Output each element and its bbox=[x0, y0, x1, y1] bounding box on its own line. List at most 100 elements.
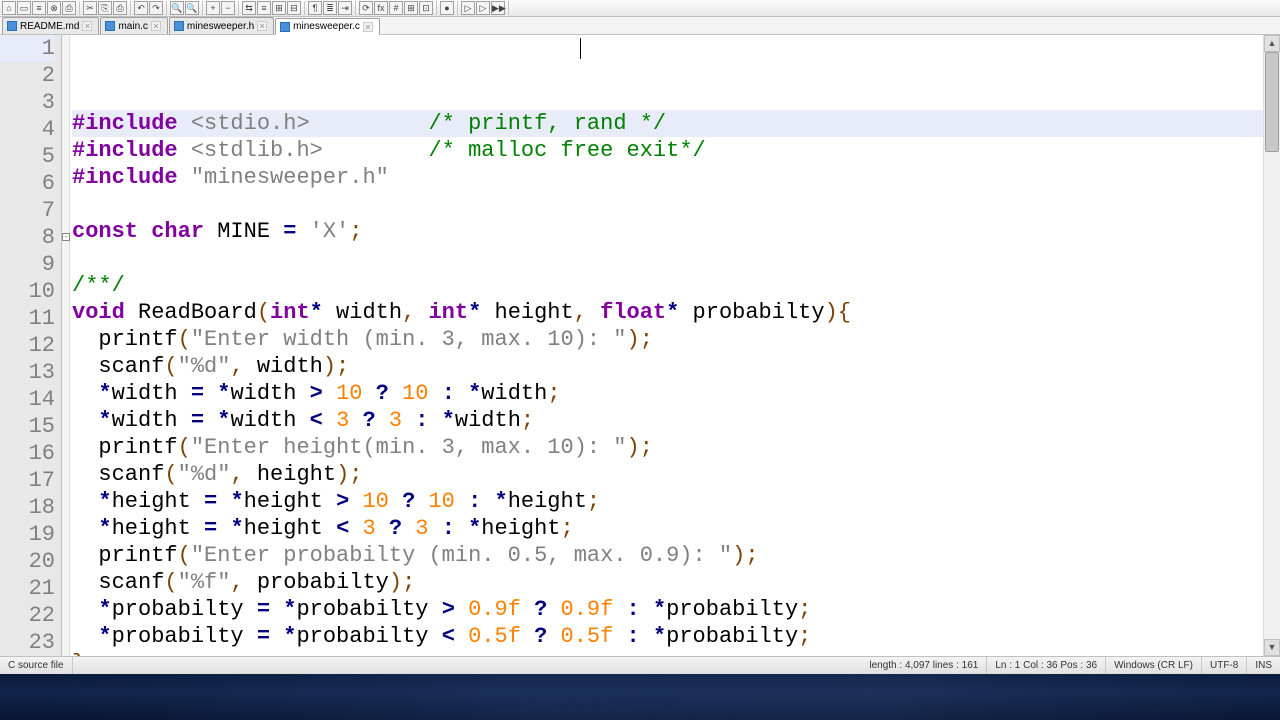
toolbar-button-4[interactable]: ⎙ bbox=[62, 1, 76, 15]
scroll-up-button[interactable]: ▲ bbox=[1264, 35, 1280, 52]
line-number[interactable]: 23 bbox=[0, 629, 55, 656]
tab-minesweeper-h[interactable]: minesweeper.h× bbox=[169, 17, 274, 34]
tab-close-icon[interactable]: × bbox=[363, 22, 373, 32]
toolbar-separator bbox=[202, 1, 203, 15]
toolbar-button-16[interactable]: + bbox=[206, 1, 220, 15]
code-line[interactable]: printf("Enter height(min. 3, max. 10): "… bbox=[72, 434, 1263, 461]
line-number[interactable]: 1 bbox=[0, 35, 55, 62]
toolbar-button-19[interactable]: ⇆ bbox=[242, 1, 256, 15]
code-line[interactable]: *width = *width < 3 ? 3 : *width; bbox=[72, 407, 1263, 434]
line-number[interactable]: 15 bbox=[0, 413, 55, 440]
line-number[interactable]: 20 bbox=[0, 548, 55, 575]
code-line[interactable]: #include <stdio.h> /* printf, rand */ bbox=[72, 110, 1263, 137]
code-line[interactable]: /**/ bbox=[72, 272, 1263, 299]
line-number[interactable]: 5 bbox=[0, 143, 55, 170]
toolbar-button-21[interactable]: ⊞ bbox=[272, 1, 286, 15]
code-line[interactable]: *probabilty = *probabilty < 0.5f ? 0.5f … bbox=[72, 623, 1263, 650]
code-line[interactable] bbox=[72, 245, 1263, 272]
code-line[interactable]: printf("Enter width (min. 3, max. 10): "… bbox=[72, 326, 1263, 353]
code-line[interactable]: *width = *width > 10 ? 10 : *width; bbox=[72, 380, 1263, 407]
tab-close-icon[interactable]: × bbox=[151, 21, 161, 31]
code-line[interactable]: *probabilty = *probabilty > 0.9f ? 0.9f … bbox=[72, 596, 1263, 623]
toolbar-button-34[interactable]: ● bbox=[440, 1, 454, 15]
toolbar-button-36[interactable]: ▷ bbox=[461, 1, 475, 15]
toolbar-button-28[interactable]: ⟳ bbox=[359, 1, 373, 15]
toolbar-button-37[interactable]: ▷ bbox=[476, 1, 490, 15]
toolbar-button-31[interactable]: ⊞ bbox=[404, 1, 418, 15]
tab-close-icon[interactable]: × bbox=[257, 21, 267, 31]
line-number[interactable]: 14 bbox=[0, 386, 55, 413]
line-number[interactable]: 22 bbox=[0, 602, 55, 629]
tab-close-icon[interactable]: × bbox=[82, 21, 92, 31]
line-number[interactable]: 3 bbox=[0, 89, 55, 116]
toolbar-separator bbox=[508, 1, 509, 15]
code-line[interactable]: #include "minesweeper.h" bbox=[72, 164, 1263, 191]
scroll-down-button[interactable]: ▼ bbox=[1264, 639, 1280, 656]
line-number[interactable]: 13 bbox=[0, 359, 55, 386]
scrollbar-thumb[interactable] bbox=[1265, 52, 1279, 152]
toolbar-button-22[interactable]: ⊟ bbox=[287, 1, 301, 15]
code-line[interactable]: printf("Enter probabilty (min. 0.5, max.… bbox=[72, 542, 1263, 569]
line-number[interactable]: 12 bbox=[0, 332, 55, 359]
line-number[interactable]: 4 bbox=[0, 116, 55, 143]
toolbar-button-32[interactable]: ⊡ bbox=[419, 1, 433, 15]
toolbar-button-3[interactable]: ⊗ bbox=[47, 1, 61, 15]
line-number-gutter[interactable]: 1234567891011121314151617181920212223 bbox=[0, 35, 62, 656]
line-number[interactable]: 21 bbox=[0, 575, 55, 602]
code-line[interactable]: } bbox=[72, 650, 1263, 656]
code-line[interactable]: scanf("%d", width); bbox=[72, 353, 1263, 380]
code-line[interactable]: scanf("%f", probabilty); bbox=[72, 569, 1263, 596]
scrollbar-track[interactable] bbox=[1264, 52, 1280, 639]
toolbar-button-10[interactable]: ↶ bbox=[134, 1, 148, 15]
toolbar-button-30[interactable]: # bbox=[389, 1, 403, 15]
code-line[interactable]: *height = *height > 10 ? 10 : *height; bbox=[72, 488, 1263, 515]
code-line[interactable] bbox=[72, 191, 1263, 218]
toolbar-button-2[interactable]: ≡ bbox=[32, 1, 46, 15]
line-number[interactable]: 6 bbox=[0, 170, 55, 197]
tab-label: minesweeper.h bbox=[187, 21, 254, 32]
toolbar-button-1[interactable]: ▭ bbox=[17, 1, 31, 15]
vertical-scrollbar[interactable]: ▲ ▼ bbox=[1263, 35, 1280, 656]
toolbar-button-20[interactable]: ≡ bbox=[257, 1, 271, 15]
line-number[interactable]: 10 bbox=[0, 278, 55, 305]
code-line[interactable]: const char MINE = 'X'; bbox=[72, 218, 1263, 245]
code-line[interactable]: void ReadBoard(int* width, int* height, … bbox=[72, 299, 1263, 326]
line-number[interactable]: 8 bbox=[0, 224, 55, 251]
toolbar-button-38[interactable]: ▶▶ bbox=[491, 1, 505, 15]
toolbar-button-17[interactable]: − bbox=[221, 1, 235, 15]
code-line[interactable]: scanf("%d", height); bbox=[72, 461, 1263, 488]
toolbar-button-8[interactable]: ⎙ bbox=[113, 1, 127, 15]
tab-minesweeper-c[interactable]: minesweeper.c× bbox=[275, 18, 380, 35]
toolbar-button-24[interactable]: ¶ bbox=[308, 1, 322, 15]
status-eol[interactable]: Windows (CR LF) bbox=[1106, 657, 1202, 674]
toolbar-button-6[interactable]: ✂ bbox=[83, 1, 97, 15]
fold-column[interactable]: - bbox=[62, 35, 70, 656]
toolbar-button-26[interactable]: ⇥ bbox=[338, 1, 352, 15]
line-number[interactable]: 2 bbox=[0, 62, 55, 89]
code-area[interactable]: #include <stdio.h> /* printf, rand */#in… bbox=[70, 35, 1263, 656]
status-insert-mode[interactable]: INS bbox=[1247, 657, 1280, 674]
toolbar-button-29[interactable]: fx bbox=[374, 1, 388, 15]
toolbar-button-11[interactable]: ↷ bbox=[149, 1, 163, 15]
tab-main-c[interactable]: main.c× bbox=[100, 17, 167, 34]
line-number[interactable]: 18 bbox=[0, 494, 55, 521]
tab-README-md[interactable]: README.md× bbox=[2, 17, 99, 34]
toolbar-button-0[interactable]: ⌂ bbox=[2, 1, 16, 15]
toolbar-button-14[interactable]: 🔍 bbox=[185, 1, 199, 15]
line-number[interactable]: 19 bbox=[0, 521, 55, 548]
code-line[interactable]: *height = *height < 3 ? 3 : *height; bbox=[72, 515, 1263, 542]
code-line[interactable]: #include <stdlib.h> /* malloc free exit*… bbox=[72, 137, 1263, 164]
line-number[interactable]: 16 bbox=[0, 440, 55, 467]
toolbar-button-13[interactable]: 🔍 bbox=[170, 1, 184, 15]
status-filetype: C source file bbox=[0, 657, 73, 674]
line-number[interactable]: 7 bbox=[0, 197, 55, 224]
toolbar-button-7[interactable]: ⎘ bbox=[98, 1, 112, 15]
line-number[interactable]: 17 bbox=[0, 467, 55, 494]
toolbar-button-25[interactable]: ≣ bbox=[323, 1, 337, 15]
status-encoding[interactable]: UTF-8 bbox=[1202, 657, 1247, 674]
status-length: length : 4,097 lines : 161 bbox=[861, 657, 987, 674]
tab-label: README.md bbox=[20, 21, 79, 32]
line-number[interactable]: 11 bbox=[0, 305, 55, 332]
fold-toggle-icon[interactable]: - bbox=[62, 233, 70, 241]
line-number[interactable]: 9 bbox=[0, 251, 55, 278]
